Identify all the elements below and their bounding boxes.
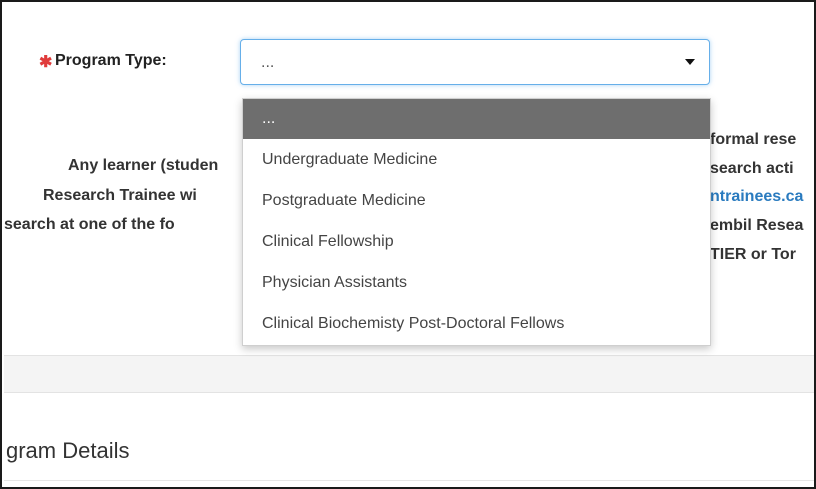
select-current-value: ...	[261, 54, 275, 71]
dropdown-option-clinical-fellowship[interactable]: Clinical Fellowship	[243, 222, 710, 262]
dropdown-option-postgraduate-medicine[interactable]: Postgraduate Medicine	[243, 181, 710, 221]
program-type-dropdown-list[interactable]: ... Undergraduate Medicine Postgraduate …	[242, 98, 711, 346]
dropdown-option-undergraduate-medicine[interactable]: Undergraduate Medicine	[243, 140, 710, 180]
caret-down-icon[interactable]	[685, 59, 695, 65]
bg-text-right-5: TIER or Tor	[710, 246, 796, 263]
section-underline	[4, 480, 814, 481]
bg-link-email[interactable]: ntrainees.ca	[710, 188, 803, 206]
bg-text-right-2: search acti	[710, 160, 794, 177]
bg-text-line-3: search at one of the fo	[4, 216, 175, 233]
section-title: gram Details	[6, 438, 130, 463]
program-type-label: Program Type:	[55, 52, 167, 69]
bg-text-right-1: formal rese	[710, 131, 797, 148]
dropdown-option-physician-assistants[interactable]: Physician Assistants	[243, 263, 710, 303]
bg-text-right-4: embil Resea	[710, 217, 804, 234]
page-frame: ✱ Program Type: ... Any learner (studen …	[0, 0, 816, 489]
bg-text-line-2: Research Trainee wi	[43, 187, 197, 204]
required-star-icon: ✱	[39, 54, 53, 71]
program-type-select[interactable]: ...	[240, 39, 710, 85]
section-divider	[4, 355, 814, 393]
dropdown-option-clinical-biochemistry-postdoc[interactable]: Clinical Biochemisty Post-Doctoral Fello…	[243, 304, 710, 344]
dropdown-option-blank[interactable]: ...	[243, 99, 710, 139]
bg-text-line-1: Any learner (studen	[68, 157, 219, 174]
